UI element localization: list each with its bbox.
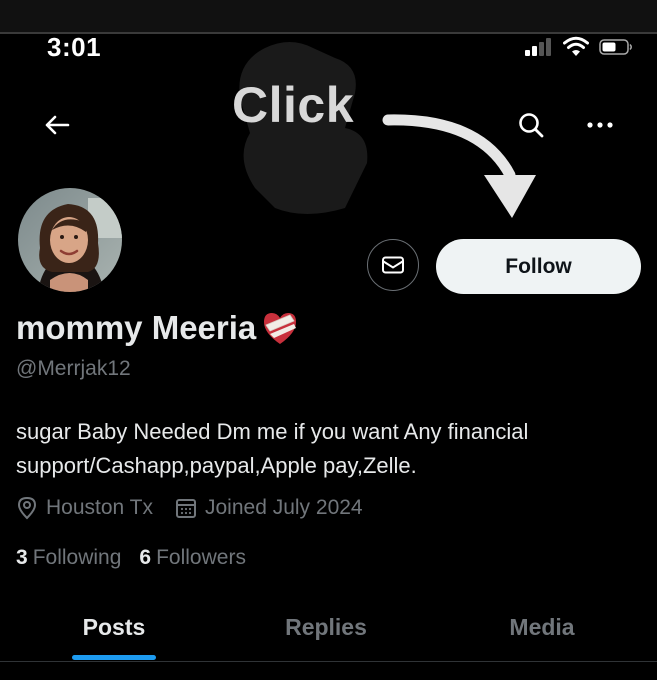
status-time: 3:01: [47, 32, 102, 62]
calendar-icon: [176, 499, 196, 518]
wifi-icon: [563, 36, 589, 56]
signal-icon: [525, 36, 555, 58]
location: Houston Tx: [16, 496, 153, 520]
profile-screen: 3:01 Click Follow mommy Meeria @Merrjak1…: [0, 0, 657, 680]
arrow-left-icon: [45, 115, 70, 135]
avatar[interactable]: [16, 186, 124, 294]
envelope-icon: [382, 256, 404, 274]
annotation-arrow-icon: [382, 114, 536, 218]
followers-label: Followers: [156, 546, 246, 569]
more-horizontal-icon: [587, 122, 613, 128]
profile-bio: sugar Baby Needed Dm me if you want Any …: [16, 419, 529, 478]
location-pin-icon: [17, 496, 37, 520]
followers-link[interactable]: 6 Followers: [139, 546, 246, 570]
tabs-divider: [0, 661, 657, 662]
tab-posts[interactable]: Posts: [20, 596, 208, 658]
tab-media[interactable]: Media: [448, 596, 636, 658]
profile-meta: Houston Tx Joined July 2024: [16, 494, 385, 522]
active-tab-indicator: [72, 655, 156, 660]
profile-tabs: Posts Replies Media: [0, 596, 657, 658]
location-text: Houston Tx: [46, 496, 153, 519]
status-icons: [525, 36, 635, 60]
following-link[interactable]: 3 Following: [16, 546, 121, 570]
follow-stats: 3 Following 6 Followers: [16, 546, 264, 570]
message-button[interactable]: [367, 239, 419, 291]
display-name-text: mommy Meeria: [16, 309, 257, 346]
join-date-text: Joined July 2024: [205, 496, 363, 519]
avatar-photo: [18, 188, 122, 292]
tab-replies[interactable]: Replies: [232, 596, 420, 658]
profile-display-name: mommy Meeria: [16, 309, 300, 347]
following-label: Following: [32, 546, 122, 569]
device-bezel: [0, 0, 657, 34]
following-count: 3: [16, 546, 28, 569]
more-options-button[interactable]: [580, 106, 620, 144]
join-date: Joined July 2024: [175, 496, 363, 520]
heart-with-bandage-emoji-icon: [264, 313, 297, 344]
profile-handle: @Merrjak12: [16, 357, 131, 380]
follow-button[interactable]: Follow: [436, 239, 641, 294]
click-annotation: Click: [232, 77, 355, 133]
battery-icon: [599, 39, 632, 55]
followers-count: 6: [139, 546, 152, 569]
back-button[interactable]: [38, 106, 76, 144]
